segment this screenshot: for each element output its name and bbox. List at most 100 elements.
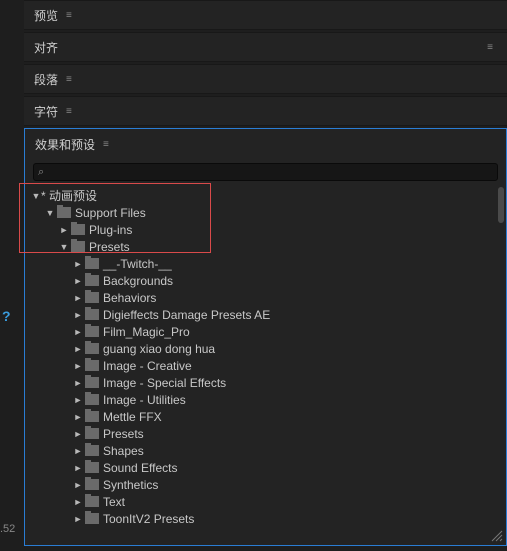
tree-label: Image - Special Effects <box>103 376 226 390</box>
folder-icon <box>85 411 99 422</box>
folder-icon <box>71 224 85 235</box>
tree-item[interactable]: Film_Magic_Pro <box>31 323 506 340</box>
panel-title: 对齐 <box>34 39 58 56</box>
tree-label: Synthetics <box>103 478 158 492</box>
folder-icon <box>85 258 99 269</box>
preset-tree: * 动画预设 Support Files Plug-ins Presets __… <box>25 185 506 527</box>
panel-menu-icon[interactable]: ≡ <box>66 74 72 85</box>
tree-item[interactable]: Image - Creative <box>31 357 506 374</box>
disclosure-arrow-icon[interactable] <box>45 208 55 218</box>
panel-menu-icon[interactable]: ≡ <box>487 42 493 53</box>
timestamp-label: .52 <box>0 523 15 535</box>
disclosure-arrow-icon[interactable] <box>73 378 83 388</box>
panels-stack: 预览 ≡ 对齐 ≡ 段落 ≡ 字符 ≡ 效果和预设 ≡ ⌕ * 动画预设 <box>24 0 507 546</box>
panel-title: 段落 <box>34 71 58 88</box>
tree-item[interactable]: __-Twitch-__ <box>31 255 506 272</box>
folder-icon <box>85 360 99 371</box>
search-input[interactable]: ⌕ <box>33 163 498 181</box>
disclosure-arrow-icon[interactable] <box>73 293 83 303</box>
panel-character[interactable]: 字符 ≡ <box>24 96 507 126</box>
tree-label: guang xiao dong hua <box>103 342 215 356</box>
tree-item[interactable]: Mettle FFX <box>31 408 506 425</box>
panel-preview[interactable]: 预览 ≡ <box>24 0 507 30</box>
tree-item[interactable]: Sound Effects <box>31 459 506 476</box>
tree-label: Plug-ins <box>89 223 132 237</box>
tree-label: ToonItV2 Presets <box>103 512 194 526</box>
panel-title: 效果和预设 <box>35 136 95 153</box>
tree-label: Presets <box>103 427 144 441</box>
tree-item[interactable]: Text <box>31 493 506 510</box>
folder-icon <box>85 394 99 405</box>
tree-item[interactable]: guang xiao dong hua <box>31 340 506 357</box>
tree-item[interactable]: Synthetics <box>31 476 506 493</box>
left-strip: ? .52 <box>0 0 16 551</box>
panel-paragraph[interactable]: 段落 ≡ <box>24 64 507 94</box>
help-icon[interactable]: ? <box>2 308 11 324</box>
tree-label: Behaviors <box>103 291 156 305</box>
disclosure-arrow-icon[interactable] <box>73 412 83 422</box>
folder-icon <box>85 479 99 490</box>
panel-title: 预览 <box>34 7 58 24</box>
folder-icon <box>85 326 99 337</box>
disclosure-arrow-icon[interactable] <box>73 463 83 473</box>
disclosure-arrow-icon[interactable] <box>59 242 69 252</box>
tree-item-plugins[interactable]: Plug-ins <box>31 221 506 238</box>
disclosure-arrow-icon[interactable] <box>73 514 83 524</box>
panel-effects-presets: 效果和预设 ≡ ⌕ * 动画预设 Support Files Plug-i <box>24 128 507 546</box>
tree-label: Text <box>103 495 125 509</box>
disclosure-arrow-icon[interactable] <box>31 191 41 201</box>
effects-header[interactable]: 效果和预设 ≡ <box>25 129 506 159</box>
panel-menu-icon[interactable]: ≡ <box>66 106 72 117</box>
folder-icon <box>85 496 99 507</box>
tree-item[interactable]: Digieffects Damage Presets AE <box>31 306 506 323</box>
tree-label: Sound Effects <box>103 461 178 475</box>
tree-item[interactable]: ToonItV2 Presets <box>31 510 506 527</box>
tree-item[interactable]: Image - Special Effects <box>31 374 506 391</box>
disclosure-arrow-icon[interactable] <box>73 276 83 286</box>
folder-icon <box>71 241 85 252</box>
tree-item-support-files[interactable]: Support Files <box>31 204 506 221</box>
disclosure-arrow-icon[interactable] <box>73 429 83 439</box>
tree-item[interactable]: Shapes <box>31 442 506 459</box>
disclosure-arrow-icon[interactable] <box>73 446 83 456</box>
tree-label: __-Twitch-__ <box>103 257 172 271</box>
disclosure-arrow-icon[interactable] <box>73 361 83 371</box>
disclosure-arrow-icon[interactable] <box>73 395 83 405</box>
disclosure-arrow-icon[interactable] <box>73 480 83 490</box>
panel-title: 字符 <box>34 103 58 120</box>
tree-label: Image - Creative <box>103 359 192 373</box>
folder-icon <box>85 292 99 303</box>
tree-item[interactable]: Behaviors <box>31 289 506 306</box>
tree-item-presets[interactable]: Presets <box>31 238 506 255</box>
scrollbar-thumb[interactable] <box>498 187 504 223</box>
folder-icon <box>57 207 71 218</box>
tree-label: Film_Magic_Pro <box>103 325 190 339</box>
panel-align[interactable]: 对齐 ≡ <box>24 32 507 62</box>
search-icon: ⌕ <box>38 166 44 179</box>
folder-icon <box>85 513 99 524</box>
disclosure-arrow-icon[interactable] <box>73 497 83 507</box>
tree-label: Presets <box>89 240 130 254</box>
disclosure-arrow-icon[interactable] <box>59 225 69 235</box>
search-row: ⌕ <box>25 161 506 185</box>
disclosure-arrow-icon[interactable] <box>73 259 83 269</box>
tree-item[interactable]: Backgrounds <box>31 272 506 289</box>
tree-label: Image - Utilities <box>103 393 186 407</box>
folder-icon <box>85 309 99 320</box>
folder-icon <box>85 445 99 456</box>
disclosure-arrow-icon[interactable] <box>73 327 83 337</box>
folder-icon <box>85 275 99 286</box>
tree-label: Backgrounds <box>103 274 173 288</box>
panel-menu-icon[interactable]: ≡ <box>103 139 109 150</box>
tree-label: * 动画预设 <box>41 187 97 204</box>
tree-label: Mettle FFX <box>103 410 162 424</box>
tree-label: Support Files <box>75 206 146 220</box>
disclosure-arrow-icon[interactable] <box>73 344 83 354</box>
folder-icon <box>85 462 99 473</box>
tree-item[interactable]: Image - Utilities <box>31 391 506 408</box>
tree-item[interactable]: Presets <box>31 425 506 442</box>
disclosure-arrow-icon[interactable] <box>73 310 83 320</box>
panel-menu-icon[interactable]: ≡ <box>66 10 72 21</box>
resize-handle[interactable] <box>490 529 504 543</box>
tree-root-animation-presets[interactable]: * 动画预设 <box>31 187 506 204</box>
